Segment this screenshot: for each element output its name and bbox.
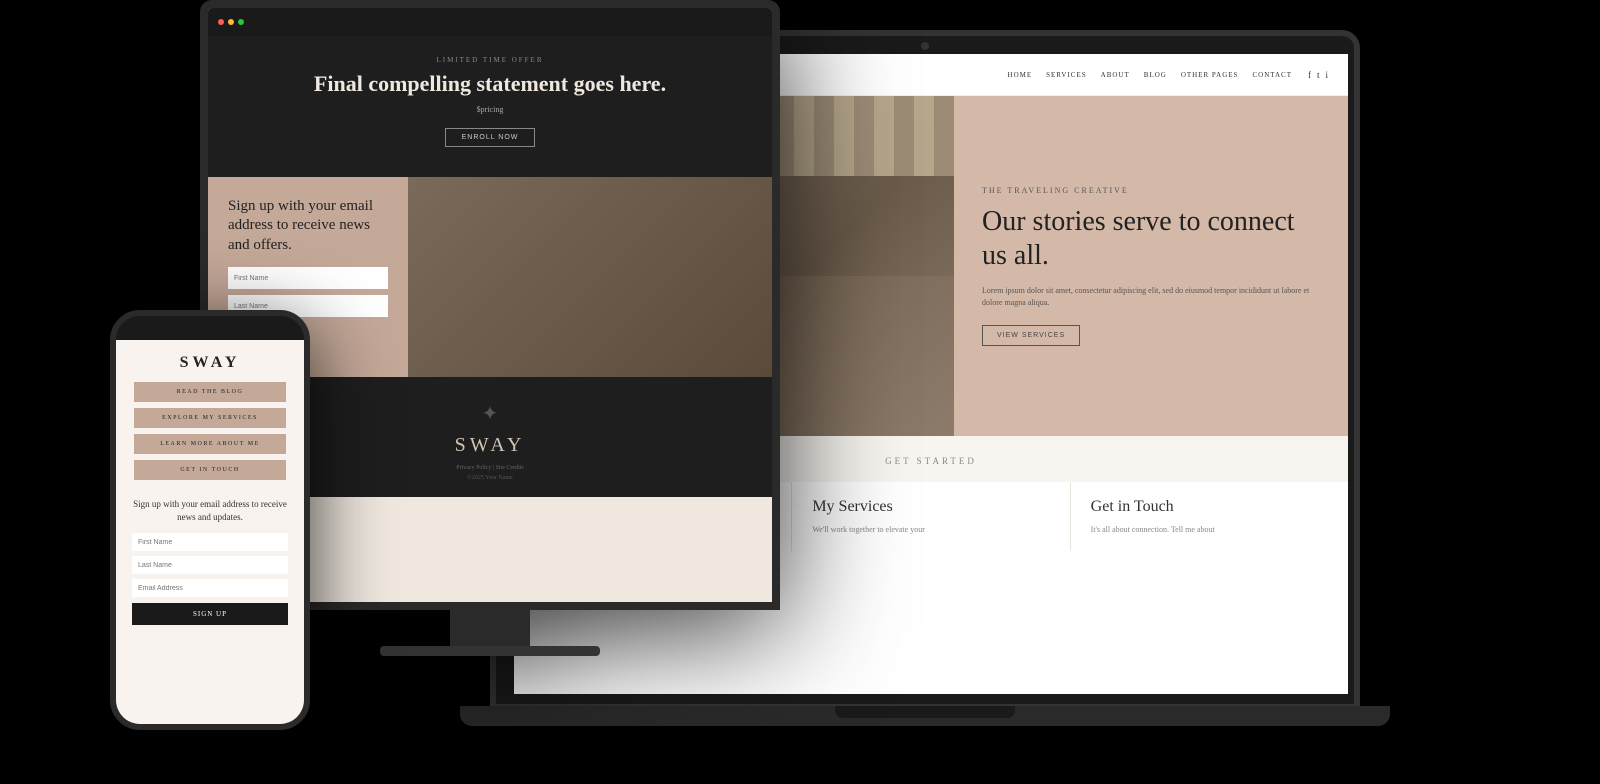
phone-notch-bar xyxy=(116,316,304,340)
phone-signup-title: Sign up with your email address to recei… xyxy=(132,498,288,523)
social-icons: f t i xyxy=(1308,70,1328,80)
nav-home[interactable]: HOME xyxy=(1008,71,1033,79)
phone-menu-services[interactable]: EXPLORE MY SERVICES xyxy=(134,408,286,428)
twitter-icon[interactable]: t xyxy=(1317,70,1320,80)
desktop-stand xyxy=(450,610,530,650)
hero-content: THE TRAVELING CREATIVE Our stories serve… xyxy=(954,96,1348,436)
instagram-icon[interactable]: i xyxy=(1325,70,1328,80)
phone-notch xyxy=(180,321,240,335)
hero-body: Lorem ipsum dolor sit amet, consectetur … xyxy=(982,285,1320,309)
phone-signup: Sign up with your email address to recei… xyxy=(116,486,304,625)
contact-body: It's all about connection. Tell me about xyxy=(1091,524,1328,535)
close-dot xyxy=(218,19,224,25)
view-services-button[interactable]: VIEW SERVICES xyxy=(982,325,1080,346)
hero-title: Our stories serve to connect us all. xyxy=(982,205,1320,272)
services-title: My Services xyxy=(812,498,1049,516)
nav-about[interactable]: ABOUT xyxy=(1101,71,1130,79)
card-services: My Services We'll work together to eleva… xyxy=(792,482,1070,551)
nav-other[interactable]: OTHER PAGES xyxy=(1181,71,1239,79)
phone-menu-about[interactable]: LEARN MORE ABOUT ME xyxy=(134,434,286,454)
phone-body: SWAY READ THE BLOG EXPLORE MY SERVICES L… xyxy=(110,310,310,730)
phone-firstname[interactable] xyxy=(132,533,288,551)
nav-contact[interactable]: CONTACT xyxy=(1252,71,1292,79)
nav-blog[interactable]: BLOG xyxy=(1144,71,1167,79)
minimize-dot xyxy=(228,19,234,25)
laptop-base xyxy=(460,706,1390,726)
hero-subtitle: THE TRAVELING CREATIVE xyxy=(982,186,1320,195)
phone-email[interactable] xyxy=(132,579,288,597)
nav-services[interactable]: SERVICES xyxy=(1046,71,1087,79)
desktop-dark-section: LIMITED TIME OFFER Final compelling stat… xyxy=(208,36,772,177)
desktop-headline: Final compelling statement goes here. xyxy=(238,70,742,99)
firstname-field[interactable] xyxy=(228,267,388,289)
phone-lastname[interactable] xyxy=(132,556,288,574)
maximize-dot xyxy=(238,19,244,25)
card-contact: Get in Touch It's all about connection. … xyxy=(1071,482,1348,551)
signup-right-image xyxy=(408,177,772,377)
laptop-camera xyxy=(921,42,929,50)
laptop-nav-links: HOME SERVICES ABOUT BLOG OTHER PAGES CON… xyxy=(1008,71,1292,79)
facebook-icon[interactable]: f xyxy=(1308,70,1311,80)
phone-menu: READ THE BLOG EXPLORE MY SERVICES LEARN … xyxy=(116,382,304,480)
phone-screen: SWAY READ THE BLOG EXPLORE MY SERVICES L… xyxy=(116,340,304,724)
contact-title: Get in Touch xyxy=(1091,498,1328,516)
phone-logo: SWAY xyxy=(116,340,304,382)
enroll-button[interactable]: ENROLL NOW xyxy=(445,128,536,147)
offer-label: LIMITED TIME OFFER xyxy=(238,56,742,64)
desktop-base xyxy=(380,646,600,656)
desktop-top-bar xyxy=(208,8,772,36)
phone-menu-blog[interactable]: READ THE BLOG xyxy=(134,382,286,402)
pricing-link[interactable]: $pricing xyxy=(238,105,742,114)
phone-menu-contact[interactable]: GET IN TOUCH xyxy=(134,460,286,480)
services-body: We'll work together to elevate your xyxy=(812,524,1049,535)
signup-title: Sign up with your email address to recei… xyxy=(228,197,388,256)
phone-device: SWAY READ THE BLOG EXPLORE MY SERVICES L… xyxy=(110,310,310,730)
phone-signup-button[interactable]: SIGN UP xyxy=(132,603,288,625)
